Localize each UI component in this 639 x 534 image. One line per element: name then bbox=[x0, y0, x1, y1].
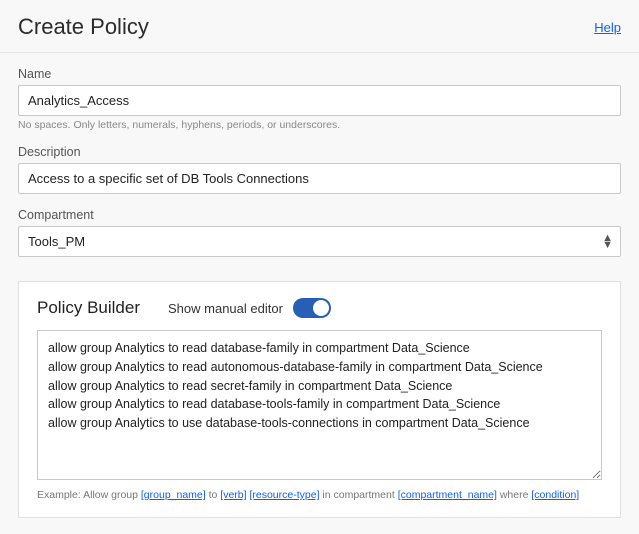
description-field-block: Description bbox=[18, 145, 621, 194]
example-group-placeholder[interactable]: [group_name] bbox=[141, 489, 206, 501]
example-condition-placeholder[interactable]: [condition] bbox=[531, 489, 579, 501]
toggle-knob bbox=[313, 300, 329, 316]
policy-example-hint: Example: Allow group [group_name] to [ve… bbox=[37, 488, 602, 503]
page-title: Create Policy bbox=[18, 14, 149, 40]
name-hint: No spaces. Only letters, numerals, hyphe… bbox=[18, 119, 621, 131]
compartment-label: Compartment bbox=[18, 208, 621, 222]
policy-builder-panel: Policy Builder Show manual editor Exampl… bbox=[18, 281, 621, 518]
form-area: Name No spaces. Only letters, numerals, … bbox=[0, 53, 639, 273]
policy-builder-title: Policy Builder bbox=[37, 298, 140, 318]
example-resource-placeholder[interactable]: [resource-type] bbox=[249, 489, 319, 501]
name-field-block: Name No spaces. Only letters, numerals, … bbox=[18, 67, 621, 131]
policy-editor-textarea[interactable] bbox=[37, 330, 602, 480]
description-input[interactable] bbox=[18, 163, 621, 194]
manual-editor-toggle[interactable] bbox=[293, 298, 331, 318]
page-header: Create Policy Help bbox=[0, 0, 639, 53]
name-label: Name bbox=[18, 67, 621, 81]
example-verb-placeholder[interactable]: [verb] bbox=[220, 489, 246, 501]
compartment-select[interactable]: Tools_PM bbox=[18, 226, 621, 257]
name-input[interactable] bbox=[18, 85, 621, 116]
manual-editor-toggle-label: Show manual editor bbox=[168, 301, 283, 316]
compartment-field-block: Compartment Tools_PM ▲▼ bbox=[18, 208, 621, 257]
description-label: Description bbox=[18, 145, 621, 159]
example-compartment-placeholder[interactable]: [compartment_name] bbox=[398, 489, 497, 501]
help-link[interactable]: Help bbox=[594, 20, 621, 35]
